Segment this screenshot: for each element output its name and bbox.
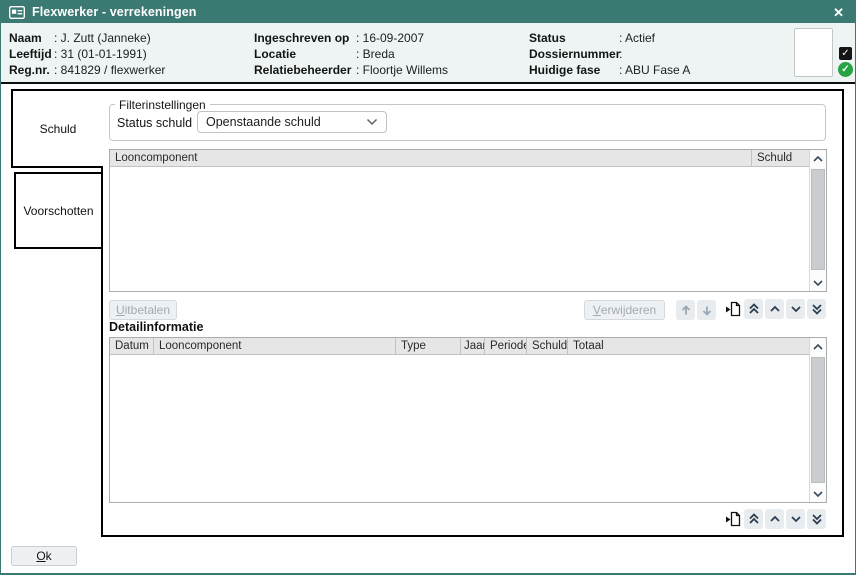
filter-legend: Filterinstellingen: [115, 98, 210, 112]
chevron-down-icon: [366, 118, 378, 126]
field-value: : Floortje Willems: [356, 63, 448, 77]
tab-label: Voorschotten: [23, 204, 93, 218]
field-value: :: [619, 47, 622, 61]
field-label: Locatie: [254, 46, 356, 62]
button-accel: V: [593, 303, 601, 317]
field-label: Naam: [9, 30, 54, 46]
schuld-table: Looncomponent Schuld: [109, 149, 827, 292]
field-value: : J. Zutt (Janneke): [54, 31, 151, 45]
scroll-down-icon[interactable]: [810, 485, 826, 502]
button-label: itbetalen: [125, 303, 170, 317]
column-header-periode[interactable]: Periode: [484, 338, 526, 354]
status-schuld-selected-value: Openstaande schuld: [206, 115, 321, 129]
column-header-jaar[interactable]: Jaar: [460, 338, 484, 354]
tab-schuld[interactable]: Schuld: [11, 89, 103, 168]
id-card-icon: [9, 6, 25, 19]
chevron-up-icon: [769, 515, 781, 523]
button-accel: U: [116, 303, 125, 317]
field-value: : 841829 / flexwerker: [54, 63, 165, 77]
goto-record-button[interactable]: [723, 509, 742, 529]
column-header-looncomponent[interactable]: Looncomponent: [153, 338, 395, 354]
uitbetalen-button[interactable]: Uitbetalen: [109, 300, 177, 320]
move-up-button[interactable]: [676, 300, 695, 320]
scroll-up-icon[interactable]: [810, 150, 826, 167]
button-accel: O: [36, 549, 45, 563]
last-record-button[interactable]: [807, 509, 826, 529]
header-column-2: Ingeschreven op: 16-09-2007 Locatie: Bre…: [254, 30, 448, 78]
double-chevron-down-icon: [811, 513, 823, 525]
status-ok-icon: ✓: [838, 62, 853, 77]
tab-voorschotten[interactable]: Voorschotten: [14, 172, 103, 249]
move-down-button[interactable]: [697, 300, 716, 320]
field-label: Huidige fase: [529, 62, 619, 78]
flexworker-info-header: Naam: J. Zutt (Janneke) Leeftijd: 31 (01…: [1, 23, 855, 84]
column-header-totaal[interactable]: Totaal: [567, 338, 809, 354]
column-header-schuld[interactable]: Schuld: [751, 150, 809, 166]
double-chevron-up-icon: [748, 303, 760, 315]
checked-checkbox-icon[interactable]: ✓: [839, 47, 852, 60]
column-header-schuld[interactable]: Schuld: [526, 338, 567, 354]
arrow-up-icon: [681, 305, 691, 316]
button-label: erwijderen: [601, 303, 656, 317]
button-label: k: [46, 549, 52, 563]
field-value: : Breda: [356, 47, 395, 61]
next-record-button[interactable]: [786, 509, 805, 529]
header-column-3: Status: Actief Dossiernummer: Huidige fa…: [529, 30, 690, 78]
title-bar: Flexwerker - verrekeningen ✕: [1, 1, 855, 23]
dialog-title: Flexwerker - verrekeningen: [32, 5, 196, 19]
next-record-button[interactable]: [786, 299, 805, 319]
scroll-down-icon[interactable]: [810, 274, 826, 291]
header-column-1: Naam: J. Zutt (Janneke) Leeftijd: 31 (01…: [9, 30, 165, 78]
chevron-up-icon: [769, 305, 781, 313]
field-label: Leeftijd: [9, 46, 54, 62]
status-schuld-label: Status schuld: [117, 116, 192, 130]
detailinformatie-label: Detailinformatie: [109, 320, 203, 334]
arrow-down-icon: [702, 305, 712, 316]
scroll-up-icon[interactable]: [810, 338, 826, 355]
first-record-button[interactable]: [744, 509, 763, 529]
status-schuld-select[interactable]: Openstaande schuld: [197, 111, 387, 133]
photo-placeholder: [794, 28, 833, 77]
last-record-button[interactable]: [807, 299, 826, 319]
field-label: Status: [529, 30, 619, 46]
chevron-down-icon: [790, 305, 802, 313]
double-chevron-down-icon: [811, 303, 823, 315]
prev-record-button[interactable]: [765, 299, 784, 319]
detail-table-header: Datum Looncomponent Type Jaar Periode Sc…: [110, 338, 809, 355]
record-page-icon: [724, 510, 742, 528]
goto-record-button[interactable]: [723, 299, 742, 319]
field-value: : 16-09-2007: [356, 31, 424, 45]
verwijderen-button[interactable]: Verwijderen: [584, 300, 665, 320]
scrollbar-thumb[interactable]: [811, 169, 825, 270]
record-page-icon: [724, 300, 742, 318]
column-header-datum[interactable]: Datum: [110, 338, 153, 354]
field-label: Reg.nr.: [9, 62, 54, 78]
detail-table: Datum Looncomponent Type Jaar Periode Sc…: [109, 337, 827, 503]
field-label: Dossiernummer: [529, 46, 619, 62]
column-header-type[interactable]: Type: [395, 338, 460, 354]
detail-table-scrollbar[interactable]: [809, 338, 826, 502]
field-label: Relatiebeheerder: [254, 62, 356, 78]
schuld-table-scrollbar[interactable]: [809, 150, 826, 291]
field-label: Ingeschreven op: [254, 30, 356, 46]
prev-record-button[interactable]: [765, 509, 784, 529]
field-value: : ABU Fase A: [619, 63, 690, 77]
detail-table-body[interactable]: [110, 355, 809, 502]
chevron-down-icon: [790, 515, 802, 523]
ok-button[interactable]: Ok: [11, 546, 77, 566]
double-chevron-up-icon: [748, 513, 760, 525]
dialog-window: Flexwerker - verrekeningen ✕ Naam: J. Zu…: [0, 0, 856, 575]
tab-label: Schuld: [40, 122, 77, 136]
first-record-button[interactable]: [744, 299, 763, 319]
close-icon[interactable]: ✕: [830, 4, 847, 21]
schuld-table-body[interactable]: [110, 167, 809, 291]
field-value: : Actief: [619, 31, 655, 45]
scrollbar-thumb[interactable]: [811, 357, 825, 483]
column-header-looncomponent[interactable]: Looncomponent: [110, 150, 751, 166]
field-value: : 31 (01-01-1991): [54, 47, 147, 61]
schuld-table-header: Looncomponent Schuld: [110, 150, 809, 167]
